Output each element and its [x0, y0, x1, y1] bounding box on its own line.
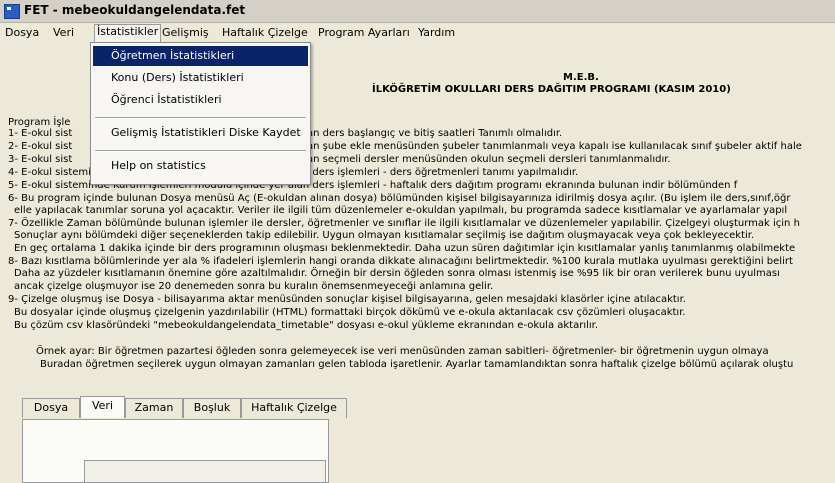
line7b-text: Sonuçlar aynı bölümdeki diğer seçenekler…	[14, 230, 755, 241]
tab-dosya[interactable]: Dosya	[22, 398, 80, 418]
intro-text: Program İşle	[8, 117, 71, 128]
tab-bosluk[interactable]: Boşluk	[183, 398, 241, 418]
menu-gelismis[interactable]: Gelişmiş	[162, 26, 209, 39]
menu-item-label: Gelişmiş İstatistikleri Diske Kaydet	[111, 126, 301, 139]
line9c-text: Bu çözüm csv klasöründeki "mebeokuldange…	[14, 320, 599, 331]
tab-zaman[interactable]: Zaman	[125, 398, 183, 418]
menu-item-label: Öğretmen İstatistikleri	[111, 49, 235, 62]
menu-item-help-on-statistics[interactable]: Help on statistics	[93, 156, 308, 176]
tab-haftalik-cizelge[interactable]: Haftalık Çizelge	[241, 398, 347, 418]
line3-text: an seçmeli dersler menüsünden okulun seç…	[307, 154, 671, 165]
menu-item-label: Help on statistics	[111, 159, 206, 172]
menu-separator	[95, 150, 306, 152]
menu-veri[interactable]: Veri	[53, 26, 74, 39]
menu-item-gelismis-istatistikleri-kaydet[interactable]: Gelişmiş İstatistikleri Diske Kaydet	[93, 123, 308, 143]
title-bar: FET - mebeokuldangelendata.fet	[0, 0, 835, 23]
menu-istatistikler[interactable]: İstatistikler	[94, 24, 162, 43]
line7-text: 7- Özellikle Zaman bölümünde bulunan işl…	[8, 218, 800, 229]
menu-haftalik-cizelge[interactable]: Haftalık Çizelge	[222, 26, 308, 39]
menu-item-label: Konu (Ders) İstatistikleri	[111, 71, 244, 84]
menu-item-ogrenci-istatistikleri[interactable]: Öğrenci İstatistikleri	[93, 90, 308, 110]
line2-prefix: 2- E-okul sist	[8, 141, 73, 152]
istatistikler-dropdown: Öğretmen İstatistikleri Konu (Ders) İsta…	[90, 42, 311, 185]
window-title: FET - mebeokuldangelendata.fet	[24, 3, 246, 17]
inner-group-box	[84, 460, 326, 483]
menu-bar: Dosya Veri İstatistikler Gelişmiş Haftal…	[0, 23, 835, 43]
menu-program-ayarlari[interactable]: Program Ayarları	[318, 26, 410, 39]
line9-text: 9- Çizelge oluşmuş ise Dosya - bilisayar…	[8, 294, 686, 305]
menu-item-ogretmen-istatistikleri[interactable]: Öğretmen İstatistikleri	[93, 46, 308, 66]
menu-yardim[interactable]: Yardım	[418, 26, 455, 39]
menu-dosya[interactable]: Dosya	[5, 26, 39, 39]
line1-text: an ders başlangıç ve bitiş saatleri Tanı…	[307, 128, 563, 139]
line8c-text: ancak çizelge oluşmuyor ise 20 denemeden…	[14, 281, 494, 292]
example-line2: Buradan öğretmen seçilerek uygun olmayan…	[40, 359, 794, 370]
example-line1: Örnek ayar: Bir öğretmen pazartesi öğled…	[36, 346, 769, 357]
menu-item-konu-istatistikleri[interactable]: Konu (Ders) İstatistikleri	[93, 68, 308, 88]
line6-text: 6- Bu program içinde bulunan Dosya menüs…	[8, 193, 791, 204]
line8b-text: Daha az yüzdeler kısıtlamanın önemine gö…	[14, 268, 780, 279]
line8-text: 8- Bazı kısıtlama bölümlerinde yer ala %…	[8, 256, 793, 267]
header-program-title: İLKÖĞRETİM OKULLARI DERS DAĞITIM PROGRAM…	[372, 84, 731, 95]
line9b-text: Bu dosyalar içinde oluşmuş çizelgenin ya…	[14, 307, 686, 318]
line7c-text: En geç ortalama 1 dakika içinde bir ders…	[14, 243, 796, 254]
line1-prefix: 1- E-okul sist	[8, 128, 73, 139]
tab-veri[interactable]: Veri	[80, 396, 125, 418]
line2-text: an şube ekle menüsünden şubeler tanımlan…	[307, 141, 802, 152]
line6b-text: elle yapılacak tanımlar soruna yol açaca…	[14, 205, 788, 216]
menu-separator	[95, 117, 306, 119]
app-icon	[4, 4, 20, 19]
menu-item-label: Öğrenci İstatistikleri	[111, 93, 222, 106]
header-meb: M.E.B.	[563, 72, 599, 83]
line3-prefix: 3- E-okul sist	[8, 154, 73, 165]
